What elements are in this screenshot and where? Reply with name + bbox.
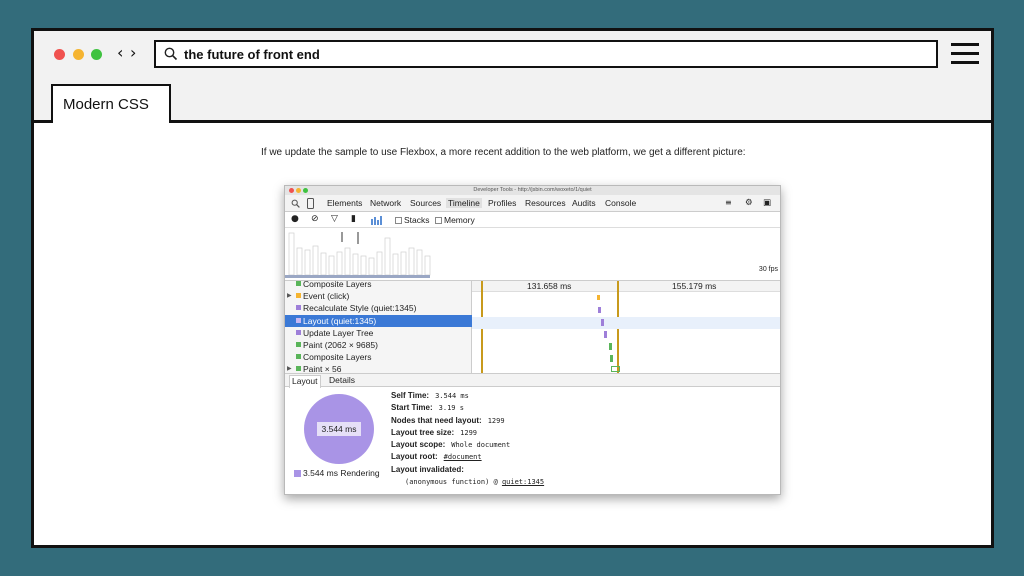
trash-icon: ▮: [351, 214, 356, 224]
timeline-record: Composite Layers: [285, 351, 472, 363]
record-color-swatch: [296, 281, 301, 286]
tab-profiles: Profiles: [488, 198, 517, 208]
record-color-swatch: [296, 293, 301, 299]
frames-bars: 30 fps: [285, 232, 779, 278]
stacks-checkbox: Stacks: [395, 215, 430, 225]
slide-caption: If we update the sample to use Flexbox, …: [261, 147, 746, 158]
tab-layout: Layout: [289, 375, 321, 388]
drawer-icon: ≡: [725, 198, 732, 207]
tab-audits: Audits: [572, 198, 596, 208]
pie-legend: 3.544 ms Rendering: [294, 468, 380, 478]
record-icon: ●: [291, 214, 299, 224]
devtools-tabbar: Elements Network Sources Timeline Profil…: [285, 195, 780, 212]
time-marker-1: 131.658 ms: [527, 281, 572, 291]
time-marker-2: 155.179 ms: [672, 281, 717, 291]
inspect-icon: [291, 199, 300, 208]
tab-network: Network: [370, 198, 402, 208]
timeline-record: Recalculate Style (quiet:1345): [285, 302, 472, 314]
record-color-swatch: [296, 305, 301, 311]
timeline-record: Layout (quiet:1345): [285, 314, 472, 327]
devtools-window-title: Developer Tools - http://jsbin.com/woxet…: [473, 187, 592, 193]
timeline-record: ▶ Event (click): [285, 290, 472, 302]
browser-topbar: ‹ › Modern CSS: [34, 31, 991, 123]
dock-icon: ▣: [763, 198, 772, 208]
tab-sources: Sources: [410, 198, 442, 208]
record-color-swatch: [296, 342, 301, 347]
minimize-window-dot[interactable]: [73, 49, 84, 60]
tab-modern-css[interactable]: Modern CSS: [51, 84, 171, 123]
address-bar[interactable]: [154, 40, 938, 68]
search-icon: [164, 47, 178, 61]
record-label: Composite Layers: [303, 352, 372, 363]
details-tabbar: Layout Details: [285, 373, 780, 388]
pie-label: 3.544 ms: [317, 422, 361, 436]
timeline-records: Composite Layers ▶ Event (click) Recalculat…: [285, 278, 472, 374]
tab-console: Console: [605, 198, 637, 208]
tab-resources: Resources: [525, 198, 566, 208]
fps-label: 30 fps: [759, 266, 779, 273]
timeline-toolbar: ● ⊘ ▽ ▮ Stacks Memory: [285, 212, 780, 228]
memory-checkbox: Memory: [435, 215, 475, 225]
frames-overview: 30 fps: [285, 228, 780, 281]
record-label: Recalculate Style (quiet:1345): [303, 303, 417, 314]
expand-arrow-icon: ▶: [287, 293, 292, 300]
clear-icon: ⊘: [311, 214, 319, 224]
layout-details: Self Time: 3.544 ms Start Time: 3.19 s Nod…: [391, 391, 545, 487]
devtools-screenshot: Developer Tools - http://jsbin.com/woxet…: [284, 185, 781, 495]
record-label: Event (click): [303, 291, 350, 302]
record-color-swatch: [296, 366, 301, 372]
gear-icon: ⚙: [745, 198, 753, 208]
record-label: Update Layer Tree: [303, 327, 374, 338]
record-label: Paint (2062 × 9685): [303, 340, 378, 350]
record-color-swatch: [296, 329, 301, 335]
filter-icon: ▽: [331, 214, 338, 224]
tab-timeline: Timeline: [446, 198, 482, 208]
forward-arrow-icon[interactable]: ›: [130, 41, 136, 65]
devtools-titlebar: Developer Tools - http://jsbin.com/woxet…: [285, 186, 780, 195]
record-color-swatch: [296, 354, 301, 360]
device-mode-icon: [307, 198, 314, 209]
timeline-record: Composite Layers: [285, 278, 472, 290]
close-window-dot[interactable]: [54, 49, 65, 60]
tab-elements: Elements: [327, 198, 363, 208]
timeline-record: Update Layer Tree: [285, 327, 472, 339]
tab-details: Details: [329, 375, 355, 385]
record-label: Composite Layers: [303, 279, 372, 289]
back-arrow-icon[interactable]: ‹: [117, 41, 123, 65]
browser-window: ‹ › Modern CSS If we update the sample t…: [31, 28, 994, 548]
record-color-swatch: [296, 317, 301, 323]
bars-view-icon: [371, 216, 382, 225]
timeline-record: Paint (2062 × 9685): [285, 339, 472, 351]
rendering-pie-chart: 3.544 ms: [304, 394, 374, 464]
hamburger-menu-icon[interactable]: [951, 43, 979, 65]
timeline-flamechart: 131.658 ms 155.179 ms: [472, 281, 780, 373]
record-label: Layout (quiet:1345): [303, 315, 377, 326]
search-input[interactable]: [184, 45, 924, 63]
maximize-window-dot[interactable]: [91, 49, 102, 60]
